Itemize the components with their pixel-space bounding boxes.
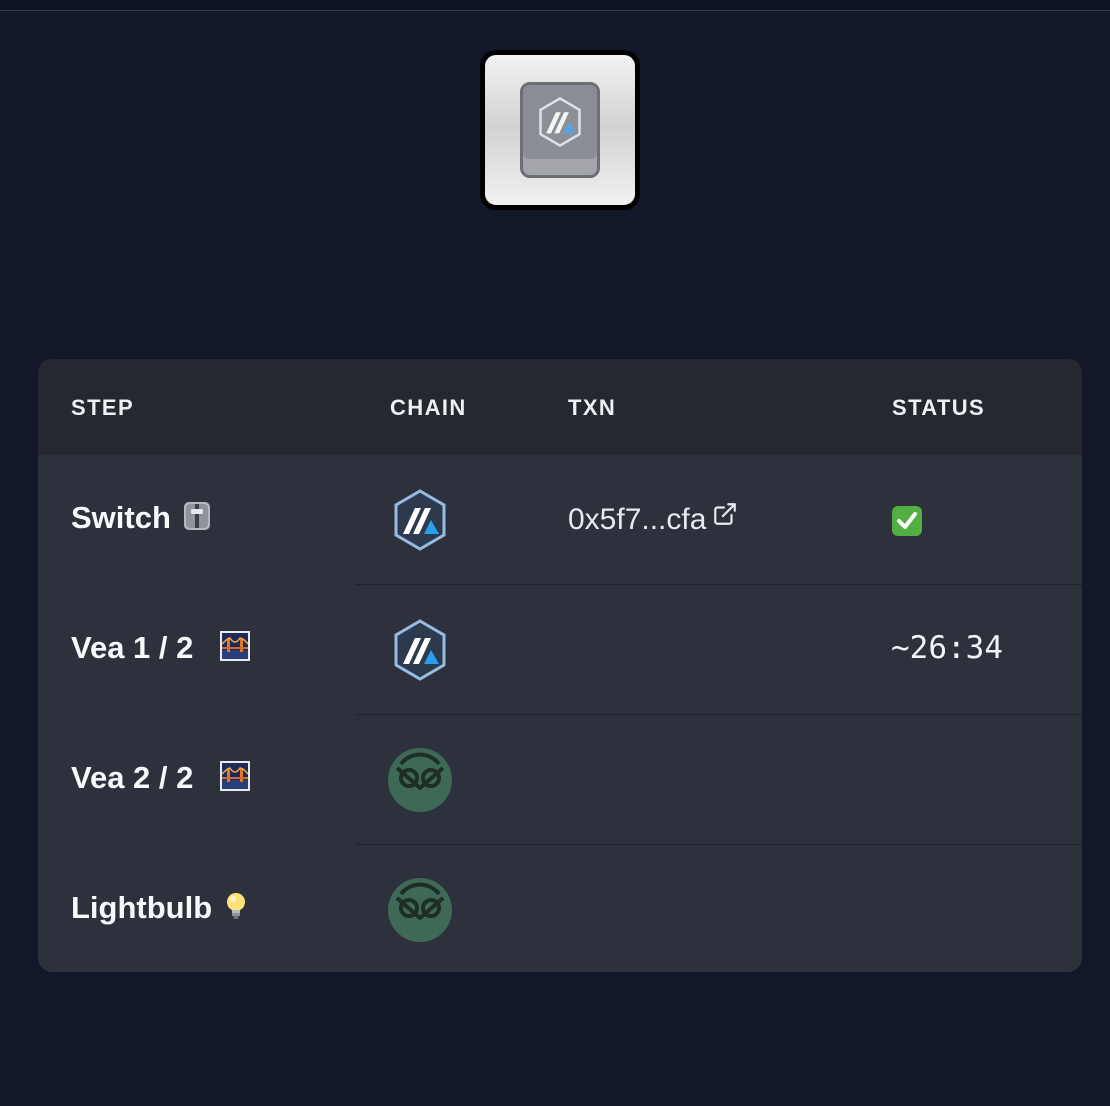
step-cell: Vea 1 / 2 xyxy=(71,630,251,666)
arbitrum-icon xyxy=(394,489,446,551)
status-countdown: ~26:34 xyxy=(891,630,1003,666)
bridge-at-night-emoji-icon xyxy=(220,761,251,791)
column-header-chain: CHAIN xyxy=(390,395,467,420)
table-row: Lightbulb xyxy=(38,845,1082,972)
arbitrum-keycap-icon xyxy=(539,97,581,147)
table-row: Switch 0x5f7...cfa xyxy=(38,455,1082,585)
gnosis-icon xyxy=(388,748,452,812)
external-link-icon[interactable] xyxy=(712,501,738,527)
keycap xyxy=(520,82,600,178)
step-label: Vea 1 / 2 xyxy=(71,630,194,665)
bridge-steps-table: STEP CHAIN TXN STATUS Switch 0x5f7...cfa xyxy=(38,359,1082,972)
table-row: Vea 2 / 2 xyxy=(38,715,1082,845)
arbitrum-keycap-button[interactable] xyxy=(480,50,640,210)
step-cell: Vea 2 / 2 xyxy=(71,760,251,796)
checkmark-icon xyxy=(892,506,922,536)
step-label: Switch xyxy=(71,500,171,535)
step-label: Lightbulb xyxy=(71,890,213,925)
window-top-border xyxy=(0,0,1110,11)
column-header-txn: TXN xyxy=(568,395,617,420)
txn-link[interactable]: 0x5f7...cfa xyxy=(568,501,738,537)
step-label: Vea 2 / 2 xyxy=(71,760,194,795)
arbitrum-icon xyxy=(394,619,446,681)
step-cell: Lightbulb xyxy=(71,890,252,926)
table-row: Vea 1 / 2 ~26:34 xyxy=(38,585,1082,715)
step-cell: Switch xyxy=(71,500,213,536)
table-header: STEP CHAIN TXN STATUS xyxy=(38,359,1082,455)
column-header-status: STATUS xyxy=(892,395,986,420)
bridge-at-night-emoji-icon xyxy=(220,631,251,661)
switch-emoji-icon xyxy=(183,502,210,530)
gnosis-icon xyxy=(388,878,452,942)
lightbulb-emoji-icon xyxy=(227,893,246,919)
column-header-step: STEP xyxy=(71,395,135,420)
txn-hash: 0x5f7...cfa xyxy=(568,503,707,536)
